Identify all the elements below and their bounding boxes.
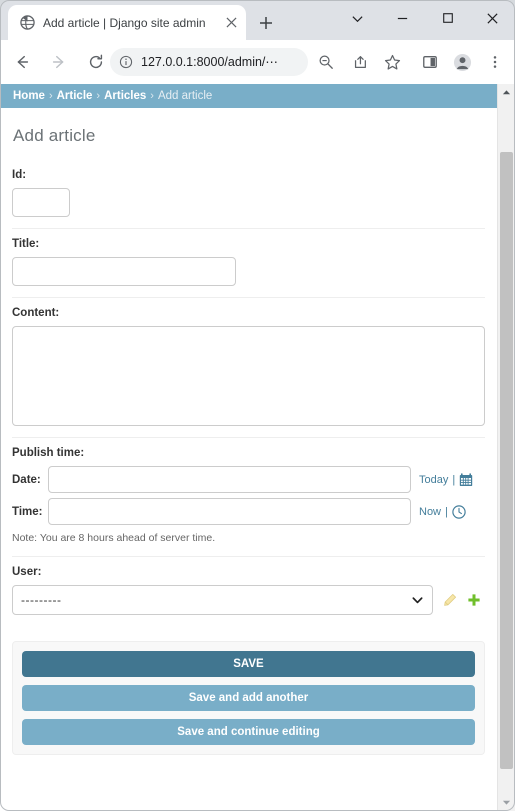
page-title: Add article bbox=[13, 126, 96, 145]
star-icon[interactable] bbox=[380, 50, 404, 74]
title-label: Title: bbox=[12, 238, 40, 250]
save-button[interactable]: SAVE bbox=[22, 651, 475, 677]
pencil-edit-icon[interactable] bbox=[443, 593, 457, 607]
minimize-icon[interactable] bbox=[380, 2, 425, 34]
back-button[interactable] bbox=[7, 47, 37, 77]
page-viewport: Home › Article › Articles › Add article … bbox=[0, 84, 515, 811]
share-icon[interactable] bbox=[348, 50, 372, 74]
page-scrollbar[interactable] bbox=[497, 84, 515, 811]
time-line: Time: Now | bbox=[12, 498, 485, 525]
address-bar[interactable]: 127.0.0.1:8000/admin/⋯ bbox=[110, 48, 308, 76]
timezone-note: Note: You are 8 hours ahead of server ti… bbox=[12, 532, 216, 544]
id-label: Id: bbox=[12, 169, 27, 181]
chevron-down-icon bbox=[411, 594, 424, 607]
breadcrumb-separator: › bbox=[48, 90, 53, 102]
calendar-icon[interactable] bbox=[459, 472, 473, 487]
time-label: Time: bbox=[12, 505, 43, 518]
today-link[interactable]: Today bbox=[419, 474, 448, 486]
browser-toolbar: 127.0.0.1:8000/admin/⋯ bbox=[0, 40, 515, 84]
content-label: Content: bbox=[12, 307, 60, 319]
user-select-row: --------- bbox=[12, 585, 485, 615]
info-circle-icon[interactable] bbox=[118, 54, 134, 70]
save-and-continue-editing-button[interactable]: Save and continue editing bbox=[22, 719, 475, 745]
browser-chrome: Add article | Django site admin 127.0.0.… bbox=[0, 0, 515, 84]
tab-search-icon[interactable] bbox=[335, 2, 380, 34]
tab-strip: Add article | Django site admin bbox=[0, 0, 515, 40]
globe-icon bbox=[19, 15, 35, 31]
id-input[interactable] bbox=[12, 188, 70, 217]
breadcrumb-articles[interactable]: Articles bbox=[104, 90, 146, 102]
profile-avatar-icon[interactable] bbox=[450, 50, 474, 74]
form-row-id: Id: bbox=[12, 160, 485, 229]
three-dot-menu-icon[interactable] bbox=[483, 50, 507, 74]
breadcrumb-current: Add article bbox=[157, 90, 213, 102]
date-line: Date: Today | bbox=[12, 466, 485, 493]
form-row-publish-time: Publish time: Date: Today | Time: Now | … bbox=[12, 438, 485, 557]
user-label: User: bbox=[12, 566, 42, 578]
publish-time-label: Publish time: bbox=[12, 447, 85, 459]
browser-window: Add article | Django site admin 127.0.0.… bbox=[0, 0, 515, 811]
zoom-out-icon[interactable] bbox=[314, 50, 338, 74]
date-input[interactable] bbox=[48, 466, 411, 493]
new-tab-button[interactable] bbox=[252, 9, 280, 37]
save-and-add-another-button[interactable]: Save and add another bbox=[22, 685, 475, 711]
breadcrumb-article[interactable]: Article bbox=[57, 90, 93, 102]
django-admin-page: Home › Article › Articles › Add article … bbox=[0, 84, 497, 811]
breadcrumb-separator: › bbox=[150, 90, 154, 102]
time-input[interactable] bbox=[48, 498, 411, 525]
title-input[interactable] bbox=[12, 257, 236, 286]
tab-title: Add article | Django site admin bbox=[43, 15, 206, 30]
date-shortcuts: Today | bbox=[419, 472, 473, 487]
breadcrumb: Home › Article › Articles › Add article bbox=[0, 84, 497, 108]
side-panel-icon[interactable] bbox=[418, 50, 442, 74]
url-text: 127.0.0.1:8000/admin/⋯ bbox=[141, 55, 278, 69]
window-controls bbox=[335, 2, 515, 34]
date-label: Date: bbox=[12, 473, 41, 486]
form-row-content: Content: bbox=[12, 298, 485, 438]
breadcrumb-home[interactable]: Home bbox=[13, 90, 45, 102]
page-content: Add article Id: Title: Content: Publish … bbox=[0, 126, 497, 755]
scroll-up-arrow-icon[interactable] bbox=[498, 84, 515, 101]
form-row-title: Title: bbox=[12, 229, 485, 298]
time-shortcuts: Now | bbox=[419, 504, 466, 519]
plus-add-icon[interactable] bbox=[467, 593, 481, 607]
reload-button[interactable] bbox=[81, 47, 111, 77]
maximize-icon[interactable] bbox=[425, 2, 470, 34]
close-window-icon[interactable] bbox=[470, 2, 515, 34]
form-row-user: User: --------- bbox=[12, 557, 485, 626]
scrollbar-thumb[interactable] bbox=[500, 152, 513, 769]
user-select[interactable]: --------- bbox=[12, 585, 433, 615]
close-icon[interactable] bbox=[220, 12, 242, 34]
clock-icon[interactable] bbox=[452, 504, 466, 519]
content-textarea[interactable] bbox=[12, 326, 485, 426]
article-form: Id: Title: Content: Publish time: Date: … bbox=[12, 160, 485, 626]
browser-tab[interactable]: Add article | Django site admin bbox=[8, 5, 246, 40]
now-link[interactable]: Now bbox=[419, 506, 441, 518]
breadcrumb-separator: › bbox=[96, 90, 101, 102]
user-select-value: --------- bbox=[21, 593, 62, 607]
time-shortcut-separator: | bbox=[445, 505, 448, 518]
forward-button[interactable] bbox=[44, 47, 74, 77]
submit-row: SAVE Save and add another Save and conti… bbox=[12, 641, 485, 755]
date-shortcut-separator: | bbox=[452, 473, 456, 486]
scroll-down-arrow-icon[interactable] bbox=[498, 794, 515, 811]
